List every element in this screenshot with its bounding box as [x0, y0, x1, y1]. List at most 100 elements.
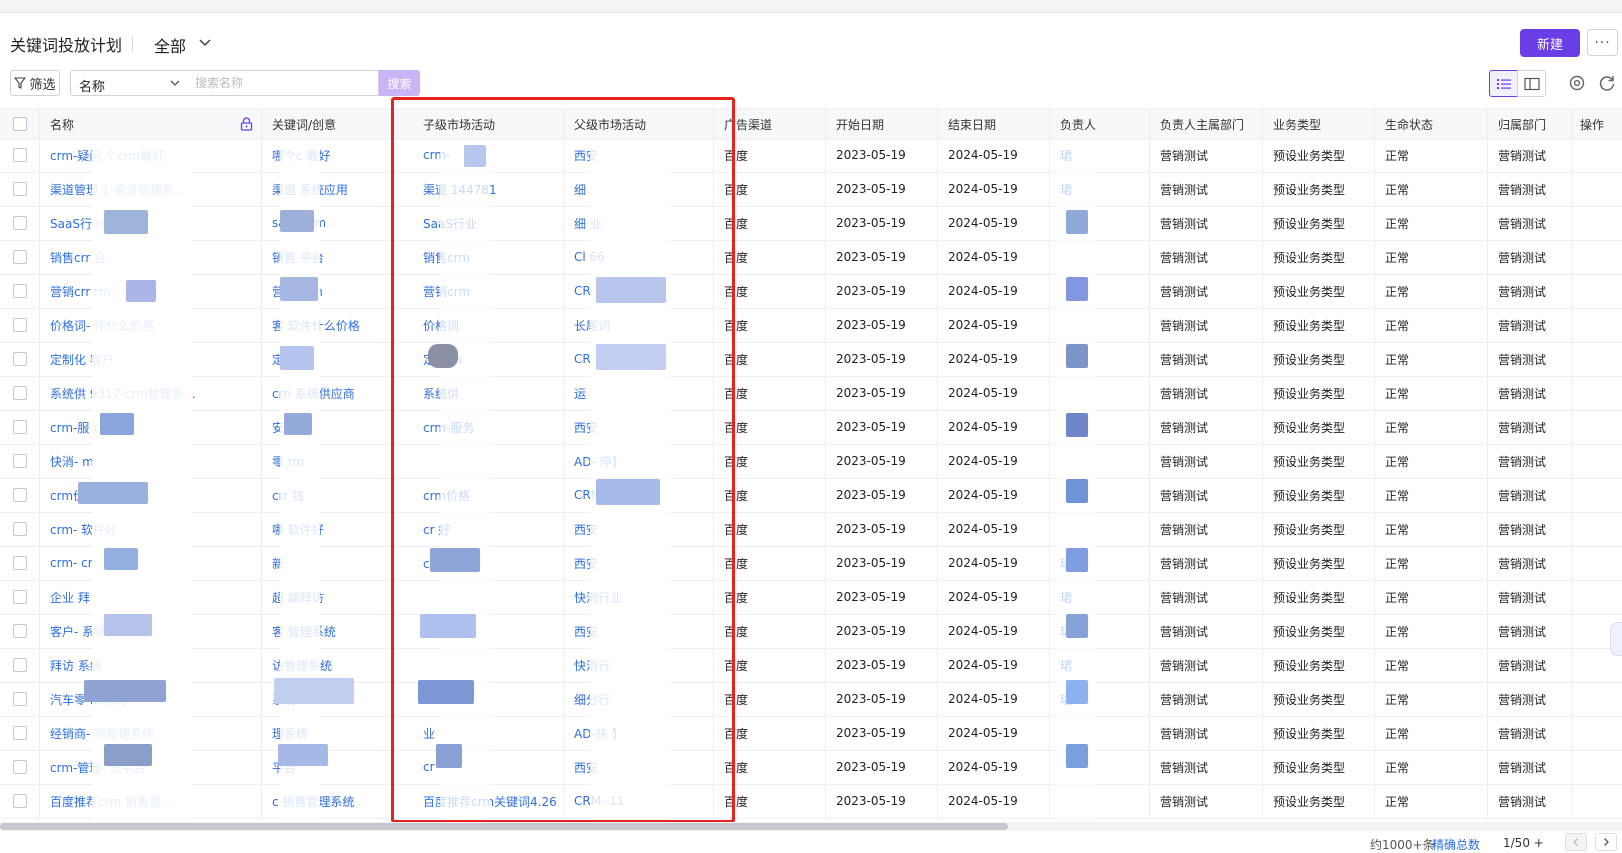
row-select-cell [0, 648, 40, 682]
new-button[interactable]: 新建 [1520, 29, 1580, 57]
table-row[interactable]: 渠道管理 1-渠道管理系…渠道 系统应用渠道 144781细百度2023-05-… [0, 172, 1622, 207]
table-row[interactable]: 价格词- 件什么价格客 软件什么价格价格词长尾词百度2023-05-192024… [0, 308, 1622, 343]
more-button[interactable]: ··· [1587, 29, 1618, 56]
table-row[interactable]: 经销商- 商管理系统 理系统 业AD-快 】百度2023-05-192024-0… [0, 716, 1622, 751]
row-select-cell [0, 750, 40, 784]
table-row[interactable]: crm- cr新c 统西安百度2023-05-192024-05-19珺营销测试… [0, 546, 1622, 581]
next-page-button[interactable] [1595, 833, 1617, 851]
search-input[interactable] [187, 70, 379, 96]
cell-parent-activity-text[interactable]: CR [574, 284, 591, 298]
cell-channel: 百度 [714, 172, 826, 206]
row-checkbox[interactable] [12, 250, 27, 264]
cell-channel-text: 百度 [724, 760, 749, 775]
table-row[interactable]: 客户- 系统客 管理系统西安百度2023-05-192024-05-19珺营销测… [0, 614, 1622, 649]
table-row[interactable]: SaaS行 rmsaas crmSaaS行业细 业百度2023-05-19202… [0, 206, 1622, 241]
row-checkbox[interactable] [12, 318, 27, 332]
cell-start-date: 2023-05-19 [826, 546, 938, 580]
chevron-down-icon[interactable] [198, 35, 212, 49]
row-checkbox[interactable] [12, 386, 27, 400]
cell-owner-dept: 营销测试 [1150, 614, 1263, 648]
col-header-child-activity[interactable]: 子级市场活动 [392, 109, 564, 139]
row-checkbox[interactable] [12, 658, 27, 672]
list-view-button[interactable] [1489, 70, 1518, 97]
col-header-name[interactable]: 名称 [40, 109, 262, 139]
table-row[interactable]: crm-管理- 理平台 平台cr西安百度2023-05-192024-05-19… [0, 750, 1622, 785]
cell-start-date-text: 2023-05-19 [836, 182, 906, 196]
row-checkbox[interactable] [12, 590, 27, 604]
cell-actions [1572, 716, 1622, 750]
col-header-biz-type[interactable]: 业务类型 [1263, 109, 1375, 139]
cell-child-activity-text[interactable]: cr [423, 760, 435, 774]
row-checkbox[interactable] [12, 794, 27, 808]
exact-count-link[interactable]: 精确总数 [1432, 836, 1480, 853]
cell-name-text[interactable]: 企业 拜 [50, 589, 90, 606]
col-header-parent-activity[interactable]: 父级市场活动 [564, 109, 714, 139]
table-row[interactable]: crm- 软件好哪 软件好cr 好西安百度2023-05-192024-05-1… [0, 512, 1622, 547]
row-checkbox[interactable] [12, 522, 27, 536]
row-checkbox[interactable] [12, 352, 27, 366]
col-header-belong-dept[interactable]: 归属部门 [1488, 109, 1572, 139]
horizontal-scrollbar[interactable] [0, 822, 1622, 831]
scrollbar-thumb[interactable] [0, 823, 1008, 830]
table-row[interactable]: 销售crr 台销售 平台销售crmCl 66百度2023-05-192024-0… [0, 240, 1622, 275]
table-row[interactable]: 百度推荐crm 销售管…c 销售管理系统百度推荐crm关键词4.26CRM- 1… [0, 784, 1622, 819]
table-row[interactable]: crm-疑问 个crm最好哪个c 最好crm-西安百度2023-05-19202… [0, 138, 1622, 173]
prev-page-button[interactable] [1565, 833, 1587, 851]
field-select[interactable]: 名称 [70, 70, 188, 96]
row-checkbox[interactable] [12, 760, 27, 774]
row-checkbox[interactable] [12, 488, 27, 502]
row-checkbox[interactable] [12, 182, 27, 196]
col-header-owner[interactable]: 负责人 [1050, 109, 1150, 139]
row-checkbox[interactable] [12, 420, 27, 434]
table-row[interactable]: 汽车零 m系统 系统细分行百度2023-05-192024-05-19珺营销测试… [0, 682, 1622, 717]
col-header-start-date[interactable]: 开始日期 [826, 109, 938, 139]
cell-actions [1572, 206, 1622, 240]
table-row[interactable]: 系统供 9317-crm管理系…crn 系统供应商系统供运百度2023-05-1… [0, 376, 1622, 411]
scope-select[interactable]: 全部 [154, 33, 186, 57]
row-checkbox[interactable] [12, 216, 27, 230]
row-checkbox[interactable] [12, 726, 27, 740]
cell-start-date: 2023-05-19 [826, 172, 938, 206]
settings-icon[interactable] [1568, 74, 1586, 92]
col-header-status[interactable]: 生命状态 [1375, 109, 1488, 139]
col-header-actions: 操作 [1580, 117, 1605, 132]
assistant-widget[interactable] [1610, 622, 1622, 656]
row-checkbox[interactable] [12, 556, 27, 570]
cell-parent-activity-text[interactable]: 运 [574, 385, 586, 402]
table-row[interactable]: 快消- m零 rmAD- 停】百度2023-05-192024-05-19营销测… [0, 444, 1622, 479]
table-row[interactable]: 拜访 系统 访管理系统快消行百度2023-05-192024-05-19珺营销测… [0, 648, 1622, 683]
row-checkbox[interactable] [12, 284, 27, 298]
page-indicator[interactable]: 1/50 + [1503, 836, 1544, 850]
select-all-checkbox[interactable] [12, 117, 27, 131]
cell-owner-dept-text: 营销测试 [1160, 760, 1209, 775]
cell-name-text[interactable]: crm- cr [50, 556, 93, 570]
cell-belong-dept: 营销测试 [1488, 308, 1572, 342]
row-checkbox[interactable] [12, 624, 27, 638]
cell-belong-dept-text: 营销测试 [1498, 250, 1547, 265]
table-row[interactable]: 企业 拜超 端拜访快消行业百度2023-05-192024-05-19珺营销测试… [0, 580, 1622, 615]
row-checkbox[interactable] [12, 454, 27, 468]
search-button[interactable]: 搜索 [379, 70, 420, 96]
split-view-button[interactable] [1517, 70, 1546, 97]
table-row[interactable]: crm-服 crm安 crmcrm-服务西安百度2023-05-192024-0… [0, 410, 1622, 445]
row-checkbox[interactable] [12, 692, 27, 706]
cell-start-date-text: 2023-05-19 [836, 488, 906, 502]
col-header-owner-dept[interactable]: 负责人主属部门 [1150, 109, 1263, 139]
cell-channel-text: 百度 [724, 454, 749, 469]
col-header-end-date[interactable]: 结束日期 [938, 109, 1050, 139]
table-row[interactable]: crm价crr 钱crm价格CRM百度2023-05-192024-05-19营… [0, 478, 1622, 513]
cell-child-activity-text[interactable]: 业 [423, 725, 435, 742]
row-checkbox[interactable] [12, 148, 27, 162]
table-row[interactable]: 营销crr rm营销 crm营销crmCR百度2023-05-192024-05… [0, 274, 1622, 309]
cell-end-date: 2024-05-19 [938, 308, 1050, 342]
cell-parent-activity-text[interactable]: 细 [574, 181, 586, 198]
table-row[interactable]: 定制化 客户定 客户定 crmCR百度2023-05-192024-05-19营… [0, 342, 1622, 377]
cell-biz-type: 预设业务类型 [1263, 172, 1375, 206]
cell-name-text[interactable]: 快消- m [50, 453, 94, 470]
col-header-keyword[interactable]: 关键词/创意 [262, 109, 392, 139]
filter-button[interactable]: 筛选 [10, 70, 60, 96]
refresh-icon[interactable] [1598, 74, 1616, 92]
cell-channel-text: 百度 [724, 692, 749, 707]
cell-parent-activity-text[interactable]: CR [574, 352, 591, 366]
col-header-channel[interactable]: 广告渠道 [714, 109, 826, 139]
